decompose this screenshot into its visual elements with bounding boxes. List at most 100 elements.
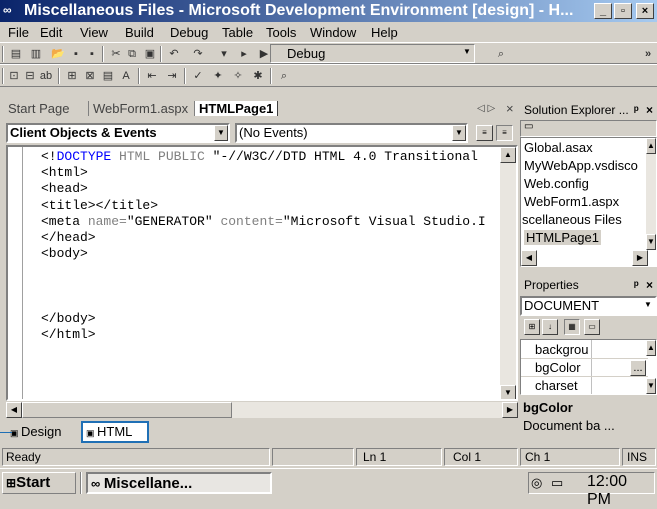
title-bar[interactable]: ∞ Miscellaneous Files - Microsoft Develo…: [0, 0, 657, 22]
code-line[interactable]: <html>: [41, 165, 88, 180]
tab-webform1[interactable]: WebForm1.aspx: [88, 101, 188, 116]
solution-explorer-list[interactable]: Global.asax MyWebApp.vsdisco Web.config …: [520, 137, 657, 267]
start-button[interactable]: ⊞Start: [2, 472, 76, 494]
vertical-scrollbar[interactable]: [500, 163, 516, 385]
property-name[interactable]: backgrou: [535, 342, 588, 357]
ellipsis-button[interactable]: ...: [630, 360, 646, 376]
format-icon[interactable]: ✓: [190, 68, 206, 84]
chevron-down-icon[interactable]: ▼: [452, 125, 466, 141]
format-icon[interactable]: ⊠: [82, 68, 98, 84]
format-icon[interactable]: ✱: [250, 68, 266, 84]
format-icon[interactable]: A: [118, 68, 134, 84]
solution-explorer-header[interactable]: Solution Explorer ... ᵖ ×: [520, 100, 657, 120]
undo-icon[interactable]: ↶: [166, 46, 182, 62]
properties-icon[interactable]: ▭: [524, 121, 533, 132]
horizontal-scrollbar[interactable]: ◀ ▶: [6, 402, 518, 418]
client-objects-combo[interactable]: Client Objects & Events ▼: [6, 123, 230, 143]
scroll-up-icon[interactable]: ▲: [500, 147, 516, 163]
code-line[interactable]: </body>: [41, 311, 96, 326]
tab-design[interactable]: ▣ Design: [10, 424, 61, 439]
scroll-right-icon[interactable]: ▶: [632, 250, 648, 266]
format-icon[interactable]: ⊞: [64, 68, 80, 84]
properties-icon[interactable]: ▦: [564, 319, 580, 335]
menu-debug[interactable]: Debug: [170, 25, 208, 40]
outdent-icon[interactable]: ⇥: [164, 68, 180, 84]
tab-start-page[interactable]: Start Page: [8, 101, 69, 116]
list-item[interactable]: scellaneous Files: [522, 212, 622, 227]
code-line[interactable]: <body>: [41, 246, 88, 261]
tab-html[interactable]: ▣ HTML: [81, 421, 149, 443]
format-icon[interactable]: ▤: [100, 68, 116, 84]
copy-icon[interactable]: ⧉: [124, 46, 140, 62]
monitor-icon[interactable]: ▭: [551, 475, 563, 491]
pin-icon[interactable]: ᵖ: [634, 100, 639, 120]
format-icon[interactable]: ✦: [210, 68, 226, 84]
open-file-icon[interactable]: 📂: [50, 46, 66, 62]
property-name-selected[interactable]: bgColor: [535, 360, 581, 375]
scroll-up-icon[interactable]: ▲: [646, 138, 656, 154]
code-line[interactable]: </html>: [41, 327, 96, 342]
close-pane-icon[interactable]: ×: [646, 275, 653, 295]
clock[interactable]: 12:00 PM: [587, 473, 654, 509]
scroll-left-icon[interactable]: ◀: [6, 402, 22, 418]
format-icon[interactable]: ⊟: [22, 68, 38, 84]
chevron-down-icon[interactable]: ▼: [214, 125, 228, 141]
close-pane-icon[interactable]: ×: [646, 100, 653, 120]
preview-icon[interactable]: ⌕: [276, 68, 292, 84]
taskbar-task-button[interactable]: ∞ Miscellane...: [86, 472, 272, 494]
format-icon[interactable]: ⊡: [6, 68, 22, 84]
close-button[interactable]: ×: [636, 3, 654, 19]
code-line[interactable]: <!DOCTYPE HTML PUBLIC "-//W3C//DTD HTML …: [41, 149, 478, 164]
menu-view[interactable]: View: [80, 25, 108, 40]
properties-grid[interactable]: backgrou bgColor charset ... ▲ ▼: [520, 339, 657, 395]
solution-config-combo[interactable]: Debug ▼: [270, 44, 475, 63]
list-item[interactable]: Global.asax: [524, 140, 593, 155]
menu-edit[interactable]: Edit: [40, 25, 62, 40]
add-item-icon[interactable]: ▥: [28, 46, 44, 62]
scroll-up-icon[interactable]: ▲: [646, 340, 656, 356]
toolbar-overflow[interactable]: »: [640, 46, 656, 62]
scroll-down-icon[interactable]: ▼: [500, 385, 516, 399]
list-item[interactable]: Web.config: [524, 176, 589, 191]
properties-object-combo[interactable]: DOCUMENT ▼: [520, 296, 657, 316]
code-line[interactable]: <head>: [41, 181, 88, 196]
menu-table[interactable]: Table: [222, 25, 253, 40]
cut-icon[interactable]: ✂: [108, 46, 124, 62]
format-icon[interactable]: ✧: [230, 68, 246, 84]
close-document-icon[interactable]: ×: [506, 101, 514, 116]
list-item-selected[interactable]: HTMLPage1: [524, 230, 601, 245]
chevron-down-icon[interactable]: ▼: [460, 45, 474, 61]
code-line[interactable]: <title></title>: [41, 198, 158, 213]
pin-icon[interactable]: ᵖ: [634, 275, 639, 295]
menu-help[interactable]: Help: [371, 25, 398, 40]
navigate-icon[interactable]: ▾: [216, 46, 232, 62]
alphabetical-icon[interactable]: ↓: [542, 319, 558, 335]
scroll-right-icon[interactable]: ▶: [502, 402, 518, 418]
paste-icon[interactable]: ▣: [142, 46, 158, 62]
save-all-icon[interactable]: ▪: [84, 46, 100, 62]
menu-tools[interactable]: Tools: [266, 25, 296, 40]
scroll-left-icon[interactable]: ◀: [521, 250, 537, 266]
menu-build[interactable]: Build: [125, 25, 154, 40]
forward-icon[interactable]: ▸: [236, 46, 252, 62]
code-line[interactable]: <meta name="GENERATOR" content="Microsof…: [41, 214, 486, 229]
code-line[interactable]: </head>: [41, 230, 96, 245]
indent-icon[interactable]: ⇤: [144, 68, 160, 84]
find-icon[interactable]: ⌕: [493, 46, 509, 62]
minimize-button[interactable]: _: [594, 3, 612, 19]
redo-icon[interactable]: ↷: [190, 46, 206, 62]
horizontal-thumb[interactable]: [22, 402, 232, 418]
property-name[interactable]: charset: [535, 378, 578, 393]
scroll-down-icon[interactable]: ▼: [646, 378, 656, 394]
network-icon[interactable]: ◎: [531, 475, 542, 491]
categorized-icon[interactable]: ⊞: [524, 319, 540, 335]
events-combo[interactable]: (No Events) ▼: [235, 123, 468, 143]
html-code-editor[interactable]: <!DOCTYPE HTML PUBLIC "-//W3C//DTD HTML …: [6, 145, 518, 401]
format-icon[interactable]: ab: [38, 68, 54, 84]
tab-scroll-arrows[interactable]: ◁ ▷: [477, 103, 495, 114]
full-view-icon[interactable]: ≡: [496, 125, 513, 141]
save-icon[interactable]: ▪: [68, 46, 84, 62]
list-item[interactable]: MyWebApp.vsdisco: [524, 158, 638, 173]
scroll-down-icon[interactable]: ▼: [646, 234, 656, 250]
chevron-down-icon[interactable]: ▼: [641, 298, 655, 314]
